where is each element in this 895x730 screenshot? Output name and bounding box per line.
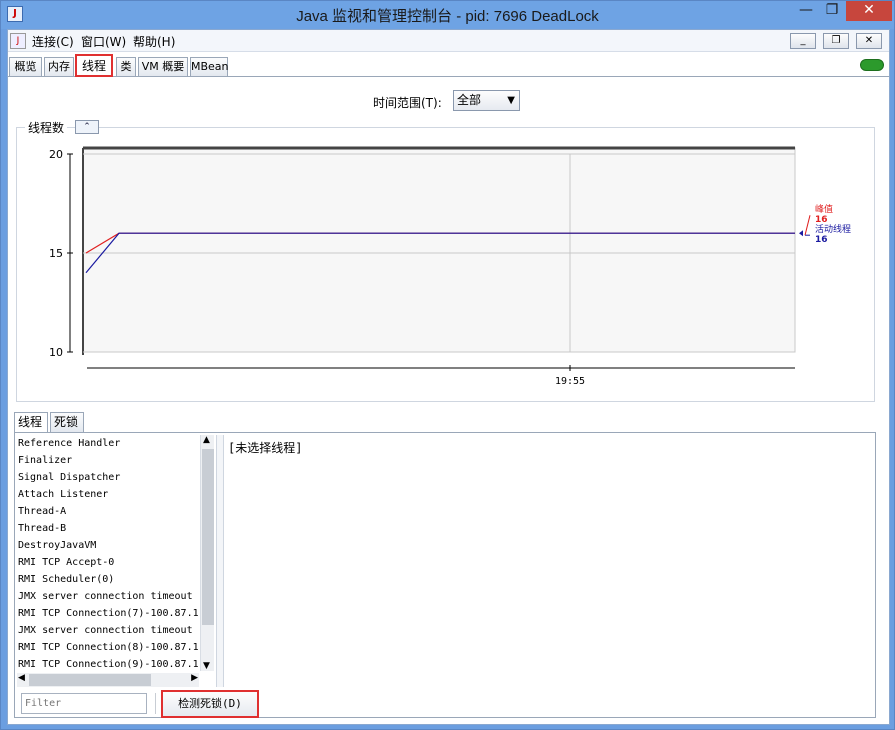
legend-label: 峰值: [815, 203, 833, 215]
chevron-down-icon: ▼: [507, 95, 515, 106]
menu-help[interactable]: 帮助(H): [133, 33, 175, 50]
thread-list-item[interactable]: JMX server connection timeout: [17, 588, 199, 605]
tab-threads[interactable]: 线程: [75, 54, 113, 77]
menu-connect[interactable]: 连接(C): [32, 33, 74, 50]
time-range-label: 时间范围(T):: [373, 96, 442, 110]
tab-memory[interactable]: 内存: [44, 57, 74, 76]
thread-list-vscroll[interactable]: ▲ ▼: [200, 435, 214, 671]
subtab-threads[interactable]: 线程: [14, 412, 48, 432]
plot-area: [82, 147, 796, 353]
thread-list-item[interactable]: Reference Handler: [17, 435, 199, 452]
title-bar: J Java 监视和管理控制台 - pid: 7696 DeadLock — ❐…: [1, 1, 894, 29]
hscroll-thumb[interactable]: [29, 674, 151, 686]
menu-bar: J 连接(C) 窗口(W) 帮助(H) _ ❐ ✕: [8, 30, 889, 52]
legend-label: 活动线程: [815, 223, 851, 235]
x-tick-label: 19:55: [555, 376, 585, 387]
thread-list-item[interactable]: Thread-A: [17, 503, 199, 520]
thread-list-item[interactable]: RMI TCP Connection(9)-100.87.1: [17, 656, 199, 671]
thread-list[interactable]: Reference Handler Finalizer Signal Dispatc…: [17, 435, 199, 671]
thread-list-item[interactable]: Signal Dispatcher: [17, 469, 199, 486]
legend-label: 16: [815, 215, 828, 225]
legend-label: 16: [815, 235, 828, 245]
time-range-value: 全部: [457, 93, 482, 107]
java-icon[interactable]: J: [10, 33, 26, 49]
connection-status-icon: [860, 59, 884, 71]
thread-list-item[interactable]: JMX server connection timeout: [17, 622, 199, 639]
thread-list-item[interactable]: Finalizer: [17, 452, 199, 469]
thread-list-item[interactable]: Attach Listener: [17, 486, 199, 503]
legend-marker-icon: [799, 230, 803, 237]
maximize-button[interactable]: ❐: [819, 1, 845, 21]
y-tick-label: 15: [49, 247, 63, 260]
minimize-button[interactable]: —: [793, 1, 819, 21]
separator: [155, 693, 156, 714]
thread-list-item[interactable]: DestroyJavaVM: [17, 537, 199, 554]
time-range-select[interactable]: 全部 ▼: [453, 90, 520, 111]
client-area: J 连接(C) 窗口(W) 帮助(H) _ ❐ ✕ 概览 内存 线程 类 VM …: [7, 29, 890, 725]
split-pane-divider[interactable]: [216, 435, 224, 687]
thread-list-item[interactable]: RMI TCP Connection(7)-100.87.1: [17, 605, 199, 622]
thread-list-item[interactable]: RMI TCP Accept-0: [17, 554, 199, 571]
thread-list-item[interactable]: RMI Scheduler(0): [17, 571, 199, 588]
detect-deadlock-button[interactable]: 检测死锁(D): [161, 690, 259, 718]
thread-count-chart-panel: 线程数 ⌃ 20 15 10 19:55 峰值 16 活动线程 16: [16, 119, 875, 402]
thread-detail-text: [未选择线程]: [228, 441, 303, 455]
close-button[interactable]: ✕: [846, 1, 892, 21]
mdi-close-button[interactable]: ✕: [856, 33, 882, 49]
scroll-down-icon[interactable]: ▼: [203, 661, 210, 671]
tab-classes[interactable]: 类: [116, 57, 136, 76]
y-tick-label: 20: [49, 148, 63, 161]
tab-mbean[interactable]: MBean: [190, 57, 229, 76]
y-tick-label: 10: [49, 346, 63, 359]
tab-vm-summary[interactable]: VM 概要: [138, 57, 188, 76]
mdi-minimize-button[interactable]: _: [790, 33, 816, 49]
thread-list-hscroll[interactable]: ◀ ▶: [17, 673, 199, 687]
scroll-thumb[interactable]: [202, 449, 214, 625]
thread-count-chart: 20151019:55峰值16活动线程16: [49, 146, 851, 387]
main-tab-bar: 概览 内存 线程 类 VM 概要 MBean: [8, 53, 889, 77]
menu-window[interactable]: 窗口(W): [81, 33, 126, 50]
scroll-up-icon[interactable]: ▲: [203, 435, 210, 445]
thread-sub-tab-bar: 线程 死锁: [14, 412, 876, 432]
scroll-left-icon[interactable]: ◀: [18, 673, 25, 683]
scroll-right-icon[interactable]: ▶: [191, 673, 198, 683]
legend-pointer: [804, 215, 811, 236]
jconsole-window: J Java 监视和管理控制台 - pid: 7696 DeadLock — ❐…: [0, 0, 895, 730]
window-title: Java 监视和管理控制台 - pid: 7696 DeadLock: [296, 8, 599, 25]
thread-list-item[interactable]: RMI TCP Connection(8)-100.87.1: [17, 639, 199, 656]
tab-overview[interactable]: 概览: [9, 57, 42, 76]
thread-detail-panel: Reference Handler Finalizer Signal Dispatc…: [14, 432, 876, 718]
mdi-restore-button[interactable]: ❐: [823, 33, 849, 49]
thread-list-item[interactable]: Thread-B: [17, 520, 199, 537]
subtab-deadlocks[interactable]: 死锁: [50, 412, 84, 432]
filter-input[interactable]: [21, 693, 147, 714]
